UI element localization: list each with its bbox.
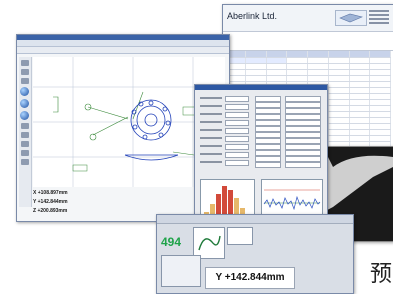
- x-readout: X +108.897mm: [33, 190, 68, 196]
- dialog-titlebar: [195, 85, 327, 90]
- measurement-dialog: [194, 84, 328, 230]
- company-address: [369, 10, 389, 26]
- cad-toolbar[interactable]: [17, 47, 229, 54]
- input-field[interactable]: [225, 160, 249, 166]
- y-readout: Y +142.844mm: [33, 199, 68, 205]
- function-buttons[interactable]: [161, 255, 201, 287]
- input-field[interactable]: [285, 162, 321, 168]
- tool-icon[interactable]: [21, 123, 29, 129]
- cad-tool-palette: [19, 57, 32, 207]
- company-name: Aberlink Ltd.: [227, 11, 278, 21]
- report-header: Aberlink Ltd.: [223, 5, 393, 32]
- tool-icon[interactable]: [21, 69, 29, 75]
- measure-tabs[interactable]: [157, 215, 353, 224]
- view-sphere-icon[interactable]: [20, 87, 29, 96]
- field-label: [200, 129, 222, 131]
- side-character: 预: [370, 262, 393, 287]
- report-meta: [223, 32, 393, 51]
- field-label: [200, 97, 222, 99]
- input-field[interactable]: [225, 144, 249, 150]
- measurement-readout-window: 494 Y +142.844mm: [156, 214, 354, 294]
- report-table-header: [225, 51, 391, 58]
- tool-icon[interactable]: [21, 159, 29, 165]
- tool-icon[interactable]: [21, 132, 29, 138]
- field-label: [200, 137, 222, 139]
- point-count: 494: [161, 235, 182, 249]
- tool-icon[interactable]: [21, 141, 29, 147]
- coordinate-readouts: X +108.897mm Y +142.844mm Z +200.893mm: [33, 189, 108, 219]
- field-label: [200, 105, 222, 107]
- input-field[interactable]: [225, 152, 249, 158]
- input-field[interactable]: [225, 96, 249, 102]
- field-label: [200, 153, 222, 155]
- field-label: [200, 121, 222, 123]
- field-label: [200, 161, 222, 163]
- input-field[interactable]: [225, 104, 249, 110]
- view-sphere-icon[interactable]: [20, 111, 29, 120]
- y-position-readout: Y +142.844mm: [205, 267, 295, 289]
- field-label: [200, 113, 222, 115]
- tool-icon[interactable]: [21, 150, 29, 156]
- view-sphere-icon[interactable]: [20, 99, 29, 108]
- z-readout: Z +200.893mm: [33, 208, 68, 214]
- input-field[interactable]: [225, 120, 249, 126]
- input-field[interactable]: [225, 112, 249, 118]
- cad-menubar[interactable]: [17, 40, 229, 47]
- tool-icon[interactable]: [21, 78, 29, 84]
- company-logo: [335, 10, 367, 26]
- tool-icon[interactable]: [21, 60, 29, 66]
- input-field[interactable]: [225, 128, 249, 134]
- feature-preview-small: [227, 227, 253, 245]
- input-field[interactable]: [255, 162, 281, 168]
- field-label: [200, 145, 222, 147]
- input-field[interactable]: [225, 136, 249, 142]
